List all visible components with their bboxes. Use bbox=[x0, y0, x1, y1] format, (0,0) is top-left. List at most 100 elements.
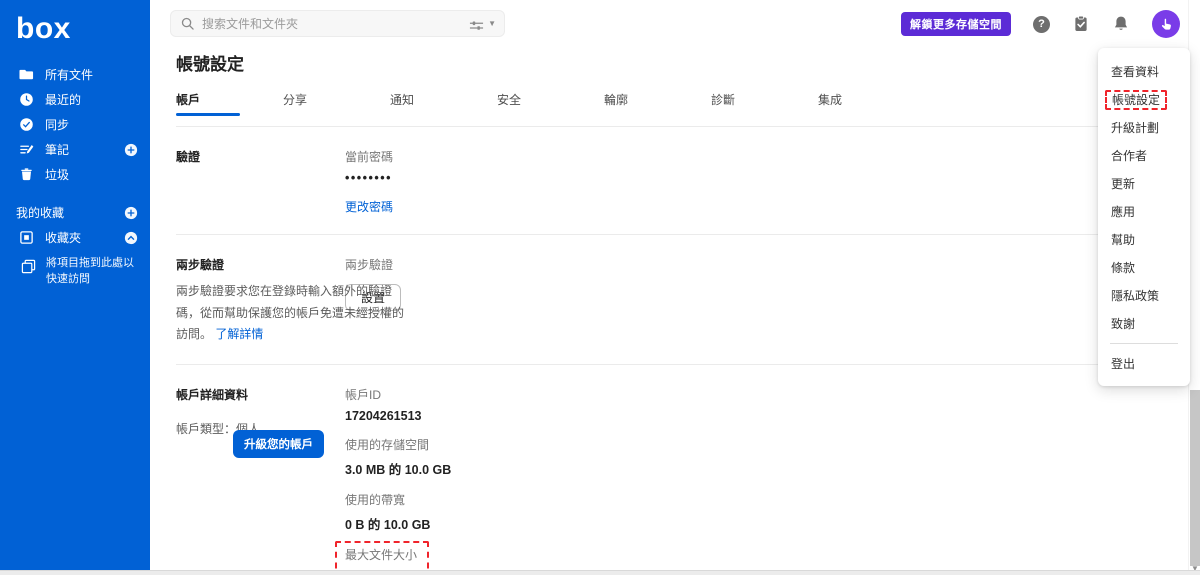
collection-icon bbox=[19, 230, 34, 245]
bandwidth-used-label: 使用的帶寬 bbox=[345, 492, 406, 507]
stacked-squares-icon bbox=[21, 259, 36, 274]
account-dropdown-menu: 查看資料 帳號設定 升級計劃 合作者 更新 應用 幫助 條款 隱私政策 致謝 登… bbox=[1098, 48, 1190, 386]
tab-diagnostics[interactable]: 診斷 bbox=[711, 91, 818, 116]
search-filter-button[interactable]: ▼ bbox=[469, 18, 496, 30]
section-heading: 驗證 bbox=[176, 150, 201, 164]
menu-item-label: 幫助 bbox=[1111, 233, 1136, 247]
bandwidth-used-value: 0 B 的 10.0 GB bbox=[345, 517, 431, 532]
sidebar-item-label: 同步 bbox=[45, 118, 70, 132]
two-step-description-text: 兩步驗證要求您在登錄時輸入額外的驗證碼，從而幫助保護您的帳戶免遭未經授權的訪問。 bbox=[176, 284, 405, 342]
section-authentication: 驗證 當前密碼 •••••••• 更改密碼 bbox=[176, 127, 1172, 235]
window-bottom-edge bbox=[0, 570, 1200, 575]
menu-item-label: 更新 bbox=[1111, 177, 1136, 191]
tab-notifications[interactable]: 通知 bbox=[390, 91, 497, 116]
storage-used-value: 3.0 MB 的 10.0 GB bbox=[345, 462, 452, 477]
sidebar-item-recents[interactable]: 最近的 bbox=[0, 87, 150, 112]
plus-icon[interactable] bbox=[124, 206, 138, 220]
sidebar-item-label: 所有文件 bbox=[45, 68, 94, 82]
filter-sliders-icon bbox=[469, 18, 484, 30]
unlock-storage-button[interactable]: 解鎖更多存儲空間 bbox=[901, 12, 1011, 36]
drag-drop-hint: 將項目拖到此處以快速訪問 bbox=[0, 250, 150, 288]
topbar: ▼ 解鎖更多存儲空間 ? bbox=[150, 0, 1188, 48]
menu-item-label: 應用 bbox=[1111, 205, 1136, 219]
current-password-label: 當前密碼 bbox=[345, 150, 394, 164]
trash-icon bbox=[19, 167, 34, 182]
topbar-actions: 解鎖更多存儲空間 ? bbox=[901, 0, 1180, 48]
settings-tabs: 帳戶 分享 通知 安全 輪廓 診斷 集成 bbox=[176, 91, 1172, 116]
menu-item-privacy-policy[interactable]: 隱私政策 bbox=[1098, 282, 1190, 310]
menu-item-label-highlighted: 帳號設定 bbox=[1105, 90, 1168, 110]
notes-icon bbox=[19, 142, 34, 157]
tasks-clipboard-icon[interactable] bbox=[1072, 15, 1090, 33]
sidebar-item-label: 垃圾 bbox=[45, 168, 70, 182]
sidebar-nav: 所有文件 最近的 同步 筆記 垃圾 我的收藏 收藏夾 將項目拖到此處以快速訪問 bbox=[0, 62, 150, 288]
menu-item-label: 合作者 bbox=[1111, 149, 1148, 163]
bell-icon[interactable] bbox=[1112, 15, 1130, 33]
two-step-label: 兩步驗證 bbox=[345, 258, 394, 272]
menu-item-label: 登出 bbox=[1111, 357, 1136, 371]
section-heading: 兩步驗證 bbox=[176, 258, 225, 272]
menu-item-label: 查看資料 bbox=[1111, 65, 1160, 79]
sidebar-item-trash[interactable]: 垃圾 bbox=[0, 162, 150, 187]
search-box[interactable]: ▼ bbox=[170, 10, 505, 37]
sidebar-item-sync[interactable]: 同步 bbox=[0, 112, 150, 137]
menu-item-collaborators[interactable]: 合作者 bbox=[1098, 142, 1190, 170]
password-mask: •••••••• bbox=[345, 171, 393, 185]
sidebar-item-label: 最近的 bbox=[45, 93, 82, 107]
help-icon[interactable]: ? bbox=[1033, 15, 1050, 33]
search-icon bbox=[181, 17, 194, 30]
menu-item-upgrade-plan[interactable]: 升級計劃 bbox=[1098, 114, 1190, 142]
sidebar: box 所有文件 最近的 同步 筆記 垃圾 我的收藏 收藏夾 將項目拖到此處以快… bbox=[0, 0, 150, 575]
menu-item-terms[interactable]: 條款 bbox=[1098, 254, 1190, 282]
check-circle-icon bbox=[19, 117, 34, 132]
tab-sharing[interactable]: 分享 bbox=[283, 91, 390, 116]
max-file-size-label: 最大文件大小 bbox=[345, 547, 418, 562]
tab-profile[interactable]: 輪廓 bbox=[604, 91, 711, 116]
menu-item-label: 隱私政策 bbox=[1111, 289, 1160, 303]
menu-item-label: 升級計劃 bbox=[1111, 121, 1160, 135]
chevron-up-icon[interactable] bbox=[124, 231, 138, 245]
menu-item-account-settings[interactable]: 帳號設定 bbox=[1098, 86, 1190, 114]
clock-icon bbox=[19, 92, 34, 107]
menu-item-apps[interactable]: 應用 bbox=[1098, 198, 1190, 226]
menu-item-help[interactable]: 幫助 bbox=[1098, 226, 1190, 254]
sidebar-item-all-files[interactable]: 所有文件 bbox=[0, 62, 150, 87]
app-window: box 所有文件 最近的 同步 筆記 垃圾 我的收藏 收藏夾 將項目拖到此處以快… bbox=[0, 0, 1200, 575]
scrollbar-thumb[interactable] bbox=[1190, 390, 1200, 566]
section-two-step: 兩步驗證 兩步驗證要求您在登錄時輸入額外的驗證碼，從而幫助保護您的帳戶免遭未經授… bbox=[176, 235, 1172, 365]
tab-account[interactable]: 帳戶 bbox=[176, 91, 283, 116]
sidebar-item-favorites[interactable]: 收藏夾 bbox=[0, 225, 150, 250]
change-password-link[interactable]: 更改密碼 bbox=[345, 198, 393, 215]
menu-item-logout[interactable]: 登出 bbox=[1098, 350, 1190, 378]
drag-hint-text: 將項目拖到此處以快速訪問 bbox=[46, 257, 134, 285]
page-title: 帳號設定 bbox=[176, 55, 244, 74]
tab-security[interactable]: 安全 bbox=[497, 91, 604, 116]
account-avatar[interactable] bbox=[1152, 10, 1180, 38]
divider bbox=[1110, 343, 1178, 344]
account-settings-page: 帳號設定 帳戶 分享 通知 安全 輪廓 診斷 集成 驗證 當前密碼 ••••••… bbox=[150, 46, 1188, 575]
account-id-value: 17204261513 bbox=[345, 408, 422, 423]
sidebar-item-label: 收藏夾 bbox=[45, 231, 82, 245]
menu-item-updates[interactable]: 更新 bbox=[1098, 170, 1190, 198]
sidebar-item-notes[interactable]: 筆記 bbox=[0, 137, 150, 162]
sidebar-item-label: 筆記 bbox=[45, 143, 70, 157]
section-account-details: 帳戶詳細資料 帳戶類型：個人 升級您的帳戶 帳戶ID 17204261513 使… bbox=[176, 365, 1172, 575]
search-input[interactable] bbox=[202, 16, 470, 31]
two-step-description: 兩步驗證要求您在登錄時輸入額外的驗證碼，從而幫助保護您的帳戶免遭未經授權的訪問。… bbox=[176, 281, 406, 346]
menu-item-label: 致謝 bbox=[1111, 317, 1136, 331]
hand-cursor-icon bbox=[1161, 18, 1171, 30]
upgrade-account-button[interactable]: 升級您的帳戶 bbox=[233, 429, 324, 458]
box-logo: box bbox=[16, 12, 71, 45]
collections-label: 我的收藏 bbox=[16, 206, 65, 220]
menu-item-view-profile[interactable]: 查看資料 bbox=[1098, 58, 1190, 86]
section-heading: 帳戶詳細資料 bbox=[176, 387, 249, 402]
account-id-label: 帳戶ID bbox=[345, 387, 382, 402]
folder-icon bbox=[19, 67, 34, 82]
menu-item-label: 條款 bbox=[1111, 261, 1136, 275]
plus-icon[interactable] bbox=[124, 143, 138, 157]
learn-more-link[interactable]: 了解詳情 bbox=[215, 324, 263, 346]
tab-integrations[interactable]: 集成 bbox=[818, 91, 925, 116]
chevron-down-icon: ▼ bbox=[488, 19, 496, 28]
storage-used-label: 使用的存儲空間 bbox=[345, 437, 430, 452]
menu-item-credits[interactable]: 致謝 bbox=[1098, 310, 1190, 338]
